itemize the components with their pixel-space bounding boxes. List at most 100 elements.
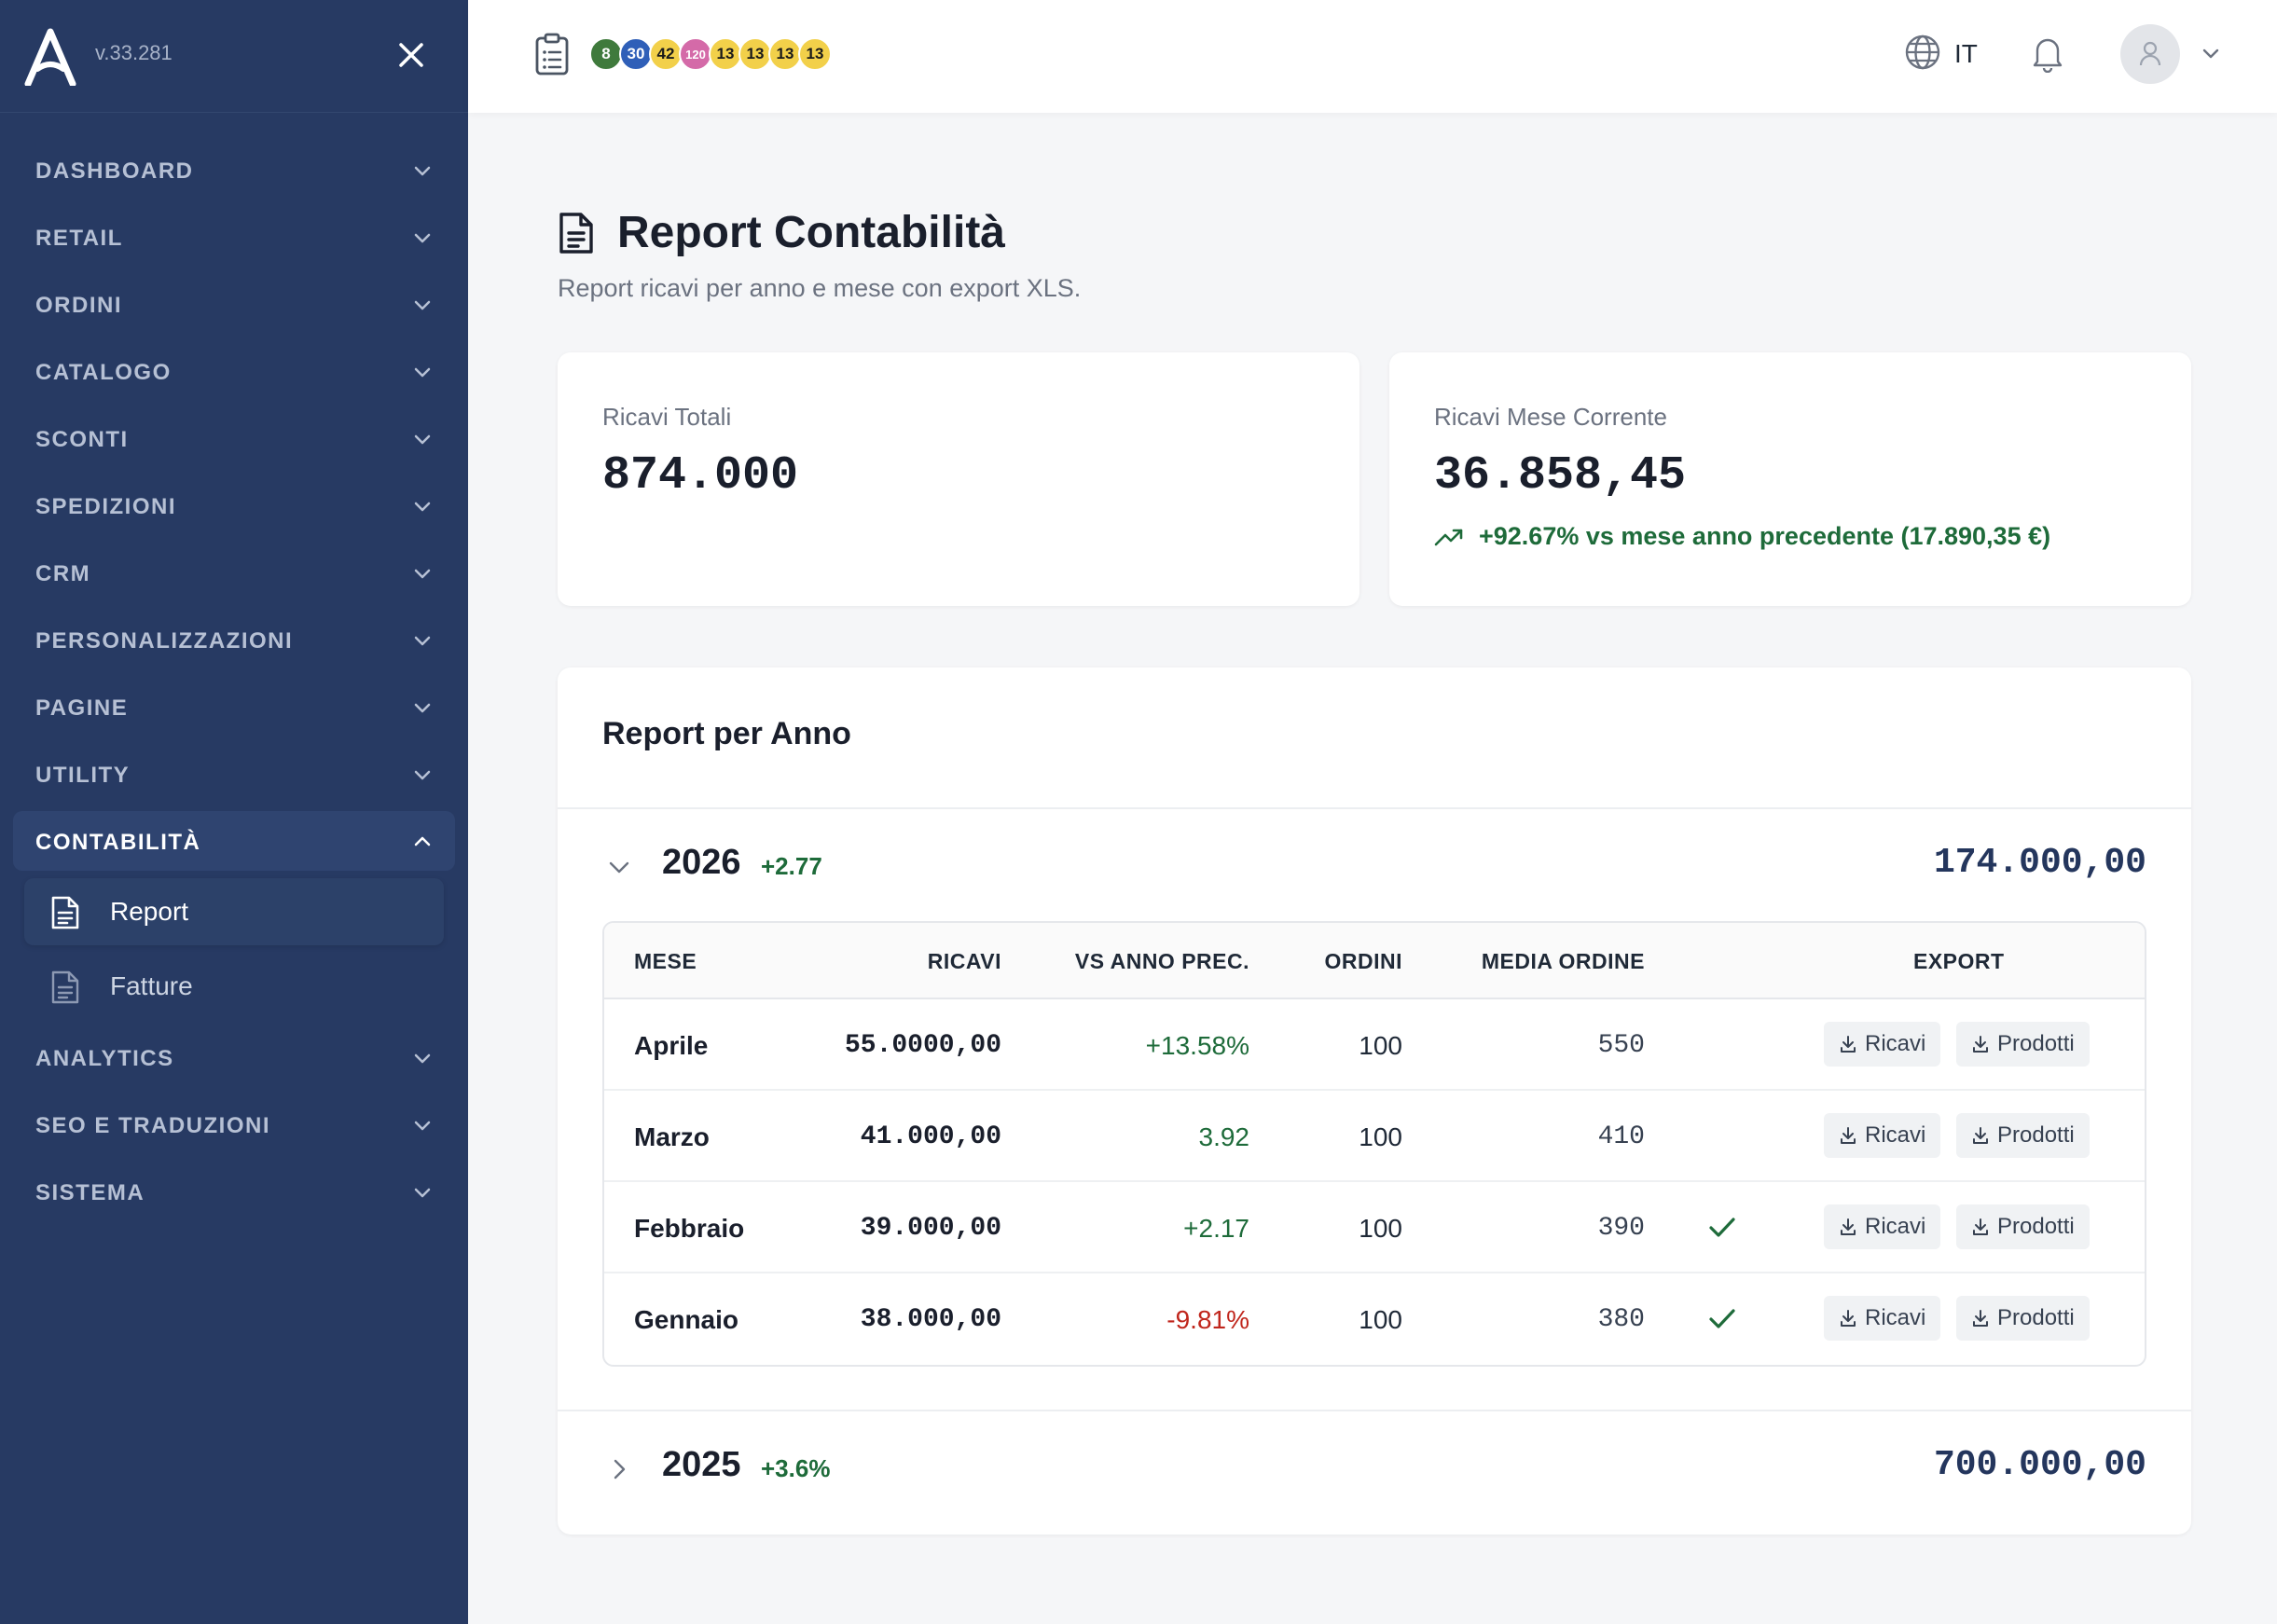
cell-revenue: 39.000,00 bbox=[860, 1214, 1001, 1243]
cell-month: Marzo bbox=[634, 1122, 710, 1151]
year-row-2025[interactable]: 2025 +3.6% 700.000,00 bbox=[558, 1421, 2191, 1514]
notification-badges: 8 30 42 120 13 13 13 13 bbox=[589, 37, 832, 71]
export-prodotti-button[interactable]: Prodotti bbox=[1956, 1022, 2090, 1067]
stat-label: Ricavi Totali bbox=[602, 403, 732, 431]
app-version: v.33.281 bbox=[95, 41, 172, 64]
column-header-mese: MESE bbox=[634, 949, 697, 973]
cell-month: Aprile bbox=[634, 1031, 709, 1060]
download-icon bbox=[1973, 1218, 1988, 1235]
button-label: Ricavi bbox=[1865, 1214, 1926, 1239]
cell-revenue: 55.0000,00 bbox=[844, 1031, 1001, 1060]
sidebar-item-catalogo[interactable]: CATALOGO bbox=[13, 341, 455, 401]
sidebar-item-crm[interactable]: CRM bbox=[13, 543, 455, 602]
notification-badge[interactable]: 13 bbox=[768, 37, 802, 71]
sidebar-item-label: CRM bbox=[35, 561, 91, 586]
download-icon bbox=[1841, 1310, 1856, 1327]
trend-indicator: +92.67% vs mese anno precedente (17.890,… bbox=[1434, 522, 2050, 551]
cell-revenue: 38.000,00 bbox=[860, 1305, 1001, 1334]
cell-vs-prev-year: -9.81% bbox=[1166, 1305, 1249, 1334]
cell-avg-order: 550 bbox=[1597, 1031, 1645, 1060]
notification-badge[interactable]: 120 bbox=[679, 37, 712, 71]
sidebar-subitem-report[interactable]: Report bbox=[24, 878, 444, 945]
table-header: MESE RICAVI VS ANNO PREC. ORDINI MEDIA O… bbox=[604, 923, 2145, 999]
export-ricavi-button[interactable]: Ricavi bbox=[1824, 1204, 1941, 1249]
avatar[interactable] bbox=[2120, 24, 2180, 84]
check-icon bbox=[1709, 1218, 1735, 1237]
export-ricavi-button[interactable]: Ricavi bbox=[1824, 1022, 1941, 1067]
sidebar-item-label: UTILITY bbox=[35, 763, 131, 788]
export-ricavi-button[interactable]: Ricavi bbox=[1824, 1113, 1941, 1158]
stat-label: Ricavi Mese Corrente bbox=[1434, 403, 1667, 431]
bell-icon[interactable] bbox=[2031, 34, 2064, 73]
download-icon bbox=[1841, 1036, 1856, 1053]
export-prodotti-button[interactable]: Prodotti bbox=[1956, 1204, 2090, 1249]
sidebar-subitem-label: Report bbox=[110, 897, 189, 926]
sidebar-item-dashboard[interactable]: DASHBOARD bbox=[13, 140, 455, 200]
sidebar-item-contabilita[interactable]: CONTABILITÀ bbox=[13, 811, 455, 871]
cell-vs-prev-year: +2.17 bbox=[1183, 1214, 1249, 1243]
export-ricavi-button[interactable]: Ricavi bbox=[1824, 1296, 1941, 1341]
sidebar-nav: DASHBOARD RETAIL ORDINI CATALOGO SCONTI … bbox=[0, 140, 468, 1229]
clipboard-icon[interactable] bbox=[533, 32, 571, 76]
year-total: 700.000,00 bbox=[1933, 1445, 2146, 1485]
download-icon bbox=[1973, 1127, 1988, 1144]
sidebar-item-seo-traduzioni[interactable]: SEO E TRADUZIONI bbox=[13, 1094, 455, 1154]
report-per-anno-card: Report per Anno 2026 +2.77 174.000,00 ME… bbox=[558, 667, 2191, 1535]
stat-value: 36.858,45 bbox=[1434, 449, 1687, 502]
chevron-down-icon bbox=[414, 502, 431, 512]
stat-card-total: Ricavi Totali 874.000 bbox=[558, 352, 1359, 606]
chevron-down-icon bbox=[414, 636, 431, 646]
notification-badge[interactable]: 13 bbox=[798, 37, 832, 71]
cell-orders: 100 bbox=[1359, 1305, 1402, 1334]
table-row: Gennaio 38.000,00 -9.81% 100 380 Ricavi … bbox=[604, 1273, 2145, 1365]
year-delta: +2.77 bbox=[761, 852, 822, 880]
export-prodotti-button[interactable]: Prodotti bbox=[1956, 1113, 2090, 1158]
chevron-down-icon bbox=[414, 233, 431, 243]
export-prodotti-button[interactable]: Prodotti bbox=[1956, 1296, 2090, 1341]
app-logo[interactable] bbox=[24, 28, 76, 86]
cell-avg-order: 410 bbox=[1597, 1122, 1645, 1151]
sidebar-item-pagine[interactable]: PAGINE bbox=[13, 677, 455, 736]
chevron-down-icon[interactable] bbox=[2201, 43, 2221, 63]
sidebar-item-spedizioni[interactable]: SPEDIZIONI bbox=[13, 475, 455, 535]
stat-value: 874.000 bbox=[602, 449, 799, 502]
table-row: Marzo 41.000,00 3.92 100 410 Ricavi Prod… bbox=[604, 1091, 2145, 1182]
notification-badge[interactable]: 42 bbox=[649, 37, 683, 71]
sidebar-item-label: CONTABILITÀ bbox=[35, 830, 201, 855]
cell-orders: 100 bbox=[1359, 1122, 1402, 1151]
trend-text: +92.67% vs mese anno precedente (17.890,… bbox=[1479, 522, 2051, 550]
sidebar-item-personalizzazioni[interactable]: PERSONALIZZAZIONI bbox=[13, 610, 455, 669]
page-title: Report Contabilità bbox=[617, 208, 1005, 257]
button-label: Prodotti bbox=[1997, 1305, 2075, 1330]
sidebar-item-retail[interactable]: RETAIL bbox=[13, 207, 455, 267]
sidebar-item-ordini[interactable]: ORDINI bbox=[13, 274, 455, 334]
sidebar-item-analytics[interactable]: ANALYTICS bbox=[13, 1027, 455, 1087]
chevron-down-icon[interactable] bbox=[606, 854, 632, 880]
column-header-media-ordine: MEDIA ORDINE bbox=[1481, 949, 1645, 973]
sidebar-item-sconti[interactable]: SCONTI bbox=[13, 408, 455, 468]
sidebar-item-label: ANALYTICS bbox=[35, 1046, 174, 1071]
notification-badge[interactable]: 13 bbox=[709, 37, 742, 71]
button-label: Prodotti bbox=[1997, 1214, 2075, 1239]
notification-badge[interactable]: 13 bbox=[738, 37, 772, 71]
cell-vs-prev-year: 3.92 bbox=[1198, 1122, 1250, 1151]
chevron-down-icon bbox=[414, 1053, 431, 1064]
chevron-right-icon[interactable] bbox=[606, 1456, 632, 1482]
language-selector[interactable]: IT bbox=[1954, 39, 1978, 69]
close-sidebar-icon[interactable] bbox=[390, 34, 433, 76]
sidebar-item-sistema[interactable]: SISTEMA bbox=[13, 1162, 455, 1221]
trending-up-icon bbox=[1434, 529, 1463, 545]
notification-badge[interactable]: 30 bbox=[619, 37, 653, 71]
check-icon bbox=[1709, 1309, 1735, 1328]
cell-vs-prev-year: +13.58% bbox=[1145, 1031, 1249, 1060]
page-subtitle: Report ricavi per anno e mese con export… bbox=[558, 274, 1082, 302]
year-row-2026[interactable]: 2026 +2.77 174.000,00 bbox=[558, 819, 2191, 912]
document-icon bbox=[559, 213, 593, 254]
sidebar-subitem-fatture[interactable]: Fatture bbox=[24, 953, 444, 1020]
cell-avg-order: 380 bbox=[1597, 1305, 1645, 1334]
sidebar-item-utility[interactable]: UTILITY bbox=[13, 744, 455, 804]
notification-badge[interactable]: 8 bbox=[589, 37, 623, 71]
globe-icon[interactable] bbox=[1904, 34, 1941, 71]
sidebar-item-label: PAGINE bbox=[35, 695, 129, 721]
divider bbox=[558, 1410, 2191, 1411]
